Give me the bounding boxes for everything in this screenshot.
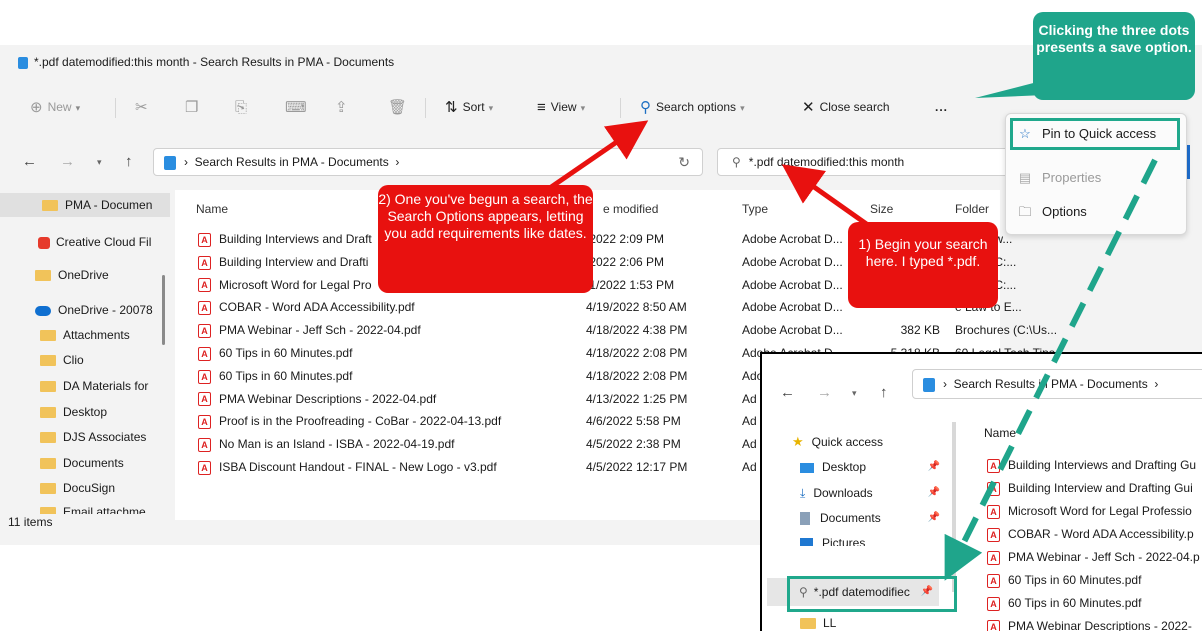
arrow-to-search-box bbox=[781, 164, 877, 233]
callout-three-dots: Clicking the three dots presents a save … bbox=[1033, 12, 1195, 100]
annotation-layer bbox=[523, 80, 1158, 581]
callout-search-options: 2) One you've begun a search, the Search… bbox=[378, 185, 593, 293]
callout-begin-search: 1) Begin your search here. I typed *.pdf… bbox=[848, 222, 998, 308]
